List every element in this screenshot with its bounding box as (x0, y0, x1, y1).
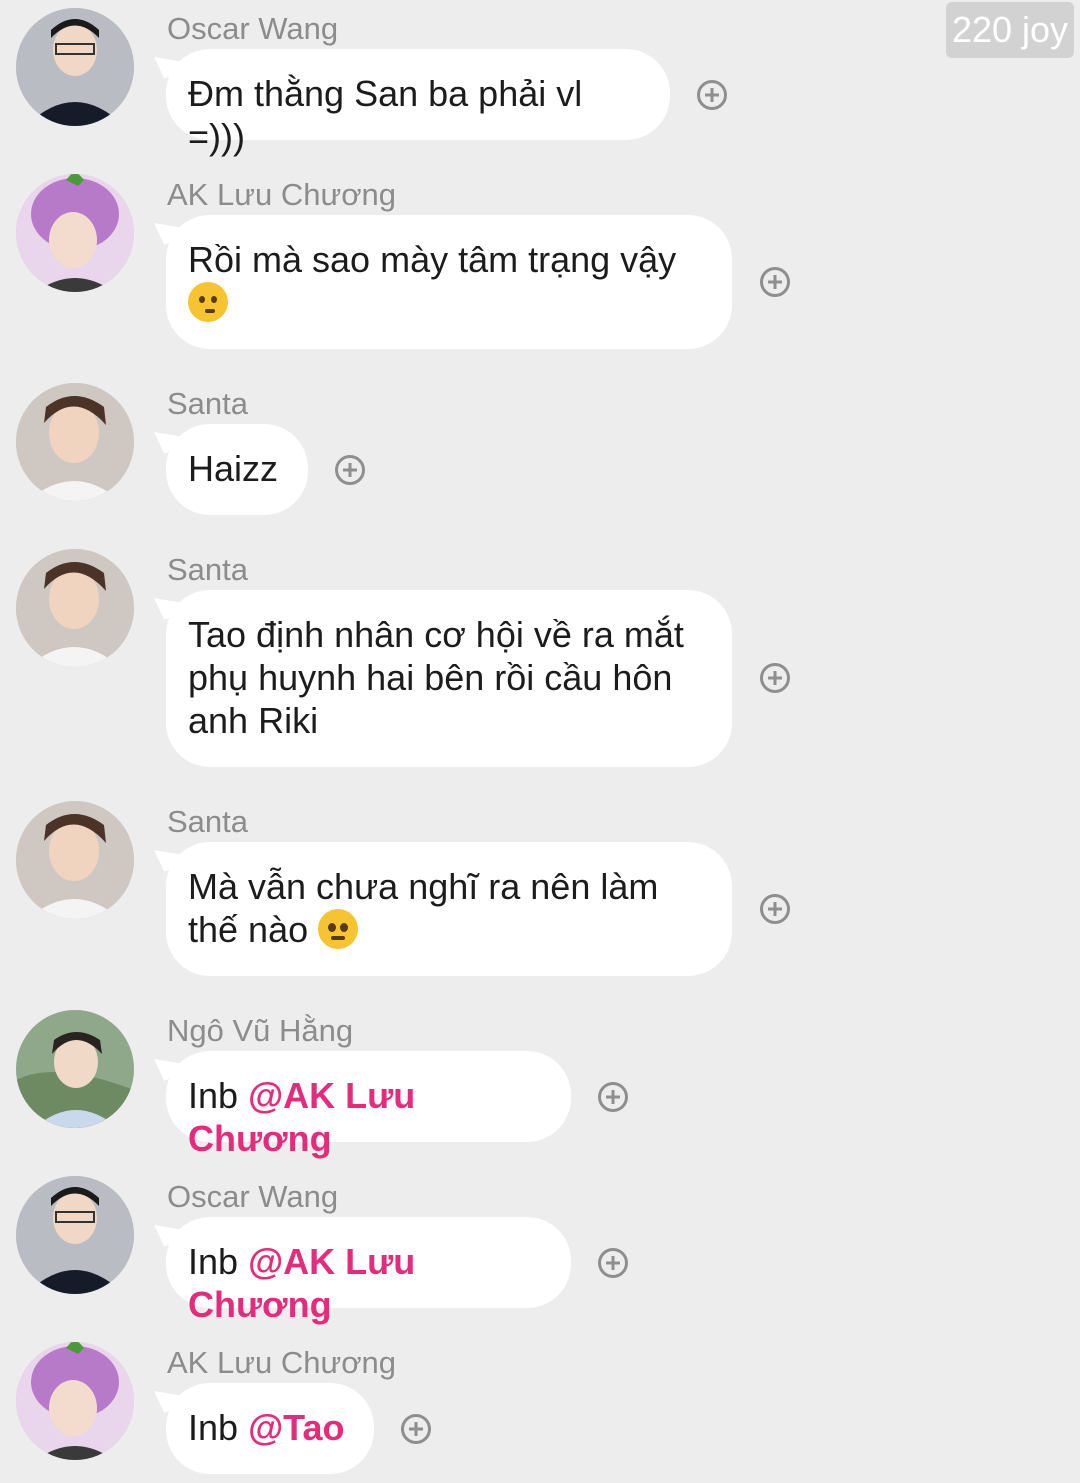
avatar[interactable] (16, 1342, 134, 1460)
message-text: Rồi mà sao mày tâm trạng vậy (188, 239, 677, 280)
avatar[interactable] (16, 1010, 134, 1128)
message-bubble[interactable]: Inb @AK Lưu Chương (166, 1051, 571, 1159)
avatar[interactable] (16, 801, 134, 919)
avatar[interactable] (16, 549, 134, 667)
sender-name: Ngô Vũ Hằng (167, 1013, 354, 1048)
message-text: Haizz (188, 448, 279, 489)
sender-name: AK Lưu Chương (167, 177, 397, 212)
sender-name: AK Lưu Chương (167, 1345, 397, 1380)
message-text: Inb (188, 1241, 239, 1282)
add-reaction-icon[interactable] (760, 267, 790, 297)
avatar[interactable] (16, 383, 134, 501)
avatar[interactable] (16, 174, 134, 292)
sender-name: Oscar Wang (167, 11, 339, 46)
thinking-face-emoji (188, 282, 228, 322)
avatar[interactable] (16, 1176, 134, 1294)
add-reaction-icon[interactable] (760, 894, 790, 924)
message-text: Inb (188, 1075, 239, 1116)
message-text: Đm thằng San ba phải vl =))) (188, 73, 583, 157)
message-text: Inb (188, 1407, 239, 1448)
message-bubble[interactable]: Inb @AK Lưu Chương (166, 1217, 571, 1325)
avatar[interactable] (16, 8, 134, 126)
add-reaction-icon[interactable] (401, 1414, 431, 1444)
message-text: Tao định nhân cơ hội về ra mắt phụ huynh… (188, 614, 684, 741)
message-bubble[interactable]: Rồi mà sao mày tâm trạng vậy (166, 215, 732, 349)
pleading-face-emoji (318, 909, 359, 949)
sender-name: Santa (167, 386, 249, 421)
sender-name: Santa (167, 552, 249, 587)
message-bubble[interactable]: Mà vẫn chưa nghĩ ra nên làm thế nào (166, 842, 732, 976)
message-bubble[interactable]: Tao định nhân cơ hội về ra mắt phụ huynh… (166, 590, 732, 767)
sender-name: Oscar Wang (167, 1179, 339, 1214)
message-bubble[interactable]: Inb @Tao (166, 1383, 374, 1474)
add-reaction-icon[interactable] (760, 663, 790, 693)
mention-link[interactable]: @Tao (248, 1407, 344, 1448)
watermark: 220 joy (946, 2, 1074, 58)
add-reaction-icon[interactable] (697, 80, 727, 110)
message-bubble[interactable]: Haizz (166, 424, 308, 515)
sender-name: Santa (167, 804, 249, 839)
add-reaction-icon[interactable] (335, 455, 365, 485)
message-text: Mà vẫn chưa nghĩ ra nên làm thế nào (188, 866, 659, 950)
message-bubble[interactable]: Đm thằng San ba phải vl =))) (166, 49, 670, 157)
add-reaction-icon[interactable] (598, 1248, 628, 1278)
add-reaction-icon[interactable] (598, 1082, 628, 1112)
